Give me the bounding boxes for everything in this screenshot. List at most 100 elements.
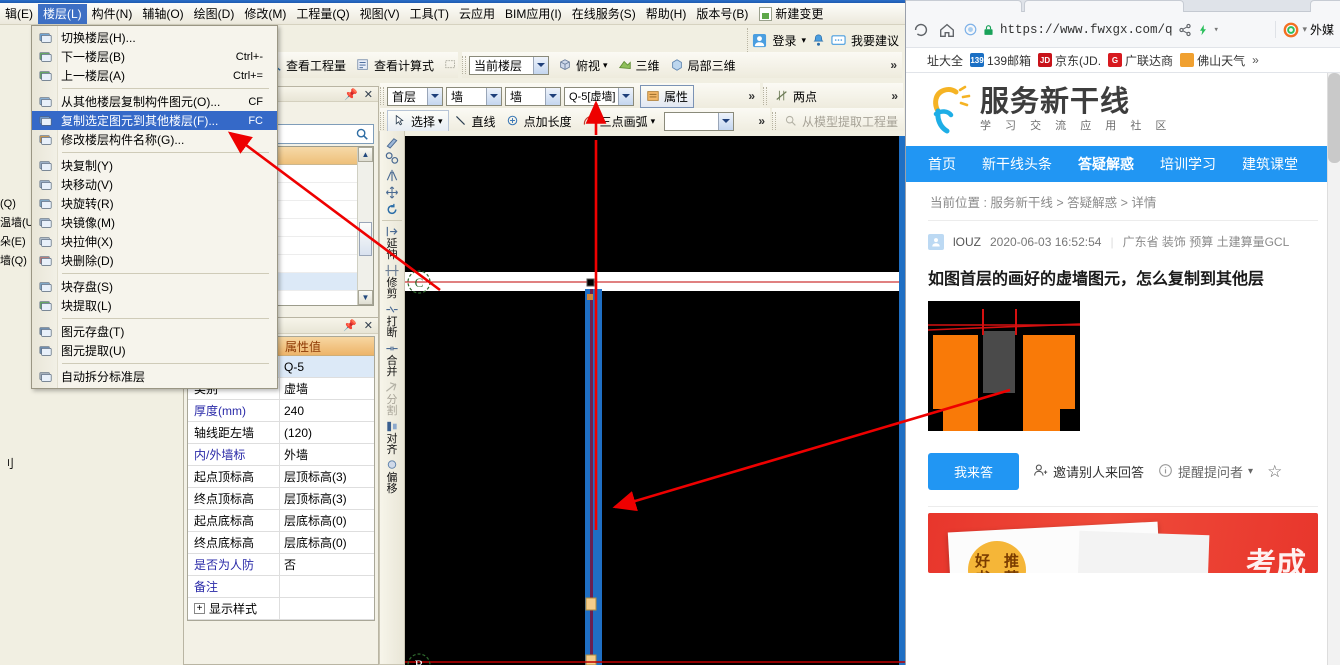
three-d-button[interactable]: 三维: [613, 55, 665, 76]
component-list-scrollbar[interactable]: ▲ ▼: [357, 147, 373, 305]
property-value[interactable]: Q-5: [280, 356, 374, 377]
subcategory-combo[interactable]: 墙: [505, 86, 561, 106]
answer-button[interactable]: 我来答: [928, 453, 1020, 490]
category-combo[interactable]: 墙: [446, 86, 502, 106]
property-row[interactable]: 厚度(mm) 240: [188, 400, 374, 422]
floor-menu-items[interactable]: 切换楼层(H)... 下一楼层(B) Ctrl+- 上一楼层(A) Ctrl+= 从其他楼…: [32, 28, 277, 386]
question-attached-image[interactable]: [928, 301, 1080, 431]
chevron-down-icon[interactable]: [718, 112, 734, 130]
lightning-icon[interactable]: [1197, 23, 1209, 37]
property-row[interactable]: + 显示样式: [188, 598, 374, 620]
toolbar-grip[interactable]: [380, 112, 384, 130]
arc-dropdown-arrow[interactable]: ▾: [651, 116, 656, 127]
cad-drawing-canvas[interactable]: C B: [405, 131, 905, 665]
select-dropdown-arrow[interactable]: ▾: [438, 116, 443, 127]
bookmark-item[interactable]: 址大全: [910, 52, 963, 69]
suggestion-label[interactable]: 我要建议: [851, 32, 899, 49]
toolbar-overflow-button[interactable]: »: [743, 89, 760, 103]
floor-menu-item-11[interactable]: 块删除(D): [32, 251, 277, 270]
site-nav-item-2[interactable]: 答疑解惑: [1078, 154, 1134, 174]
menu-item-0[interactable]: 辑(E): [0, 4, 38, 24]
chevron-down-icon[interactable]: [533, 56, 548, 74]
menu-item-9[interactable]: 云应用: [454, 4, 500, 24]
floor-menu-item-8[interactable]: 块旋转(R): [32, 194, 277, 213]
scroll-up-button[interactable]: ▲: [358, 147, 373, 162]
scroll-thumb[interactable]: [359, 222, 372, 256]
modify-tool-对齐[interactable]: 对齐: [380, 418, 404, 456]
property-value[interactable]: 外墙: [280, 444, 374, 465]
browser-tab[interactable]: [906, 0, 1022, 12]
lightning-dropdown-arrow[interactable]: ▾: [1214, 25, 1219, 35]
toolbar-overflow-button[interactable]: »: [886, 89, 903, 103]
scope-combo[interactable]: 当前楼层: [469, 55, 549, 75]
chevron-down-icon[interactable]: [618, 87, 633, 105]
toolbar-grip[interactable]: [380, 87, 384, 105]
toolbar-grip[interactable]: [462, 56, 466, 74]
property-row[interactable]: 终点底标高 层底标高(0): [188, 532, 374, 554]
scroll-down-button[interactable]: ▼: [358, 290, 373, 305]
chevron-down-icon[interactable]: [427, 87, 442, 105]
pin-icon[interactable]: 📌: [344, 88, 358, 101]
floor-menu-item-16[interactable]: 自动拆分标准层: [32, 367, 277, 386]
page-scrollbar[interactable]: [1327, 73, 1340, 665]
modify-tool-rotate[interactable]: [380, 201, 404, 217]
site-nav-item-4[interactable]: 建筑课堂: [1242, 154, 1298, 174]
search-engine-label[interactable]: 外媒: [1310, 21, 1334, 38]
browser-tab[interactable]: [1024, 0, 1184, 12]
site-nav-item-3[interactable]: 培训学习: [1160, 154, 1216, 174]
site-nav-item-0[interactable]: 首页: [928, 154, 956, 174]
modify-tool-延伸[interactable]: 延伸: [380, 223, 404, 261]
menu-item-1[interactable]: 楼层(L): [38, 3, 87, 24]
menu-item-3[interactable]: 辅轴(O): [137, 4, 188, 24]
modify-tool-brush[interactable]: [380, 133, 404, 149]
reload-icon[interactable]: [912, 21, 930, 39]
bookmark-item[interactable]: JD 京东(JD.: [1038, 52, 1101, 69]
property-value[interactable]: 层底标高(0): [280, 532, 374, 553]
pin-icon[interactable]: 📌: [343, 319, 357, 332]
expand-icon[interactable]: +: [194, 603, 205, 614]
floor-menu-item-10[interactable]: 块拉伸(X): [32, 232, 277, 251]
menu-item-7[interactable]: 视图(V): [355, 4, 405, 24]
toolbar-grip[interactable]: [772, 112, 776, 130]
modify-tool-move[interactable]: [380, 184, 404, 200]
property-row[interactable]: 起点底标高 层底标高(0): [188, 510, 374, 532]
draw-mode-combo[interactable]: [664, 111, 735, 131]
toolbar-overflow-button[interactable]: »: [885, 58, 902, 72]
property-value[interactable]: 否: [280, 554, 374, 575]
property-value[interactable]: 240: [280, 400, 374, 421]
floor-menu-item-12[interactable]: 块存盘(S): [32, 277, 277, 296]
menu-item-11[interactable]: 在线服务(S): [567, 4, 641, 24]
floor-menu-item-2[interactable]: 上一楼层(A) Ctrl+=: [32, 66, 277, 85]
modify-tool-偏移[interactable]: 偏移: [380, 457, 404, 495]
floor-menu-item-1[interactable]: 下一楼层(B) Ctrl+-: [32, 47, 277, 66]
line-tool-button[interactable]: 直线: [449, 111, 501, 132]
property-value[interactable]: 层顶标高(3): [280, 466, 374, 487]
share-icon[interactable]: [1178, 23, 1192, 37]
partial-three-d-button[interactable]: 局部三维: [665, 55, 741, 76]
login-dropdown-arrow[interactable]: ▾: [801, 35, 806, 46]
modify-tool-修剪[interactable]: 修剪: [380, 262, 404, 300]
property-value[interactable]: 层顶标高(3): [280, 488, 374, 509]
point-add-length-button[interactable]: 点加长度: [501, 111, 577, 132]
url-bar[interactable]: https://www.fwxgx.com/q ▾: [964, 18, 1267, 41]
property-value[interactable]: (120): [280, 422, 374, 443]
property-row[interactable]: 备注: [188, 576, 374, 598]
url-text[interactable]: https://www.fwxgx.com/q: [1000, 23, 1173, 37]
bookmark-item[interactable]: G 广联达商: [1108, 52, 1173, 69]
home-icon[interactable]: [938, 21, 956, 39]
menu-item-12[interactable]: 帮助(H): [641, 4, 692, 24]
question-author[interactable]: lOUZ: [953, 235, 981, 249]
extract-quantity-button[interactable]: 从模型提取工程量: [779, 111, 903, 132]
property-value[interactable]: [280, 598, 374, 619]
property-row[interactable]: 起点顶标高 层顶标高(3): [188, 466, 374, 488]
bookmark-item[interactable]: 佛山天气: [1180, 52, 1245, 69]
menu-item-2[interactable]: 构件(N): [87, 4, 138, 24]
property-value[interactable]: 层底标高(0): [280, 510, 374, 531]
toolbar-row-two-point[interactable]: 两点 »: [763, 83, 903, 109]
property-rows[interactable]: 名称Q-5类别虚墙厚度(mm)240轴线距左墙(120)内/外墙标外墙起点顶标高…: [188, 356, 374, 620]
three-point-arc-button[interactable]: 三点画弧 ▾: [577, 111, 661, 132]
menu-item-10[interactable]: BIM应用(I): [500, 4, 567, 24]
menu-item-13[interactable]: 版本号(B): [691, 4, 753, 24]
modify-tool-strip[interactable]: 延伸 修剪 打断 合并 分割 对齐 偏移: [379, 131, 405, 665]
select-tool-button[interactable]: 选择 ▾: [387, 109, 449, 133]
